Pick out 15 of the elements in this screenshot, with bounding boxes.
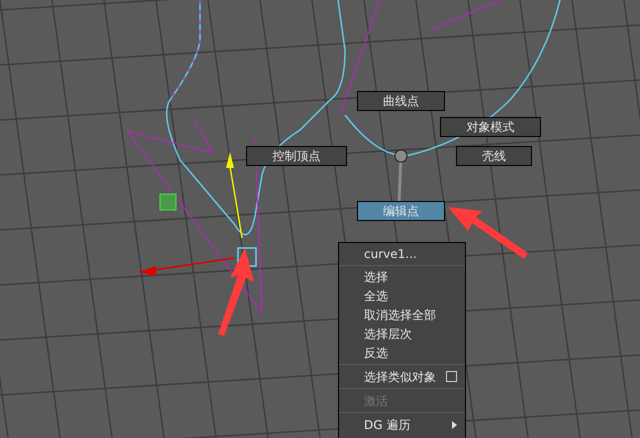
marking-menu-item[interactable]: 曲线点 — [357, 91, 445, 111]
menu-item[interactable]: 选择 — [339, 267, 465, 286]
marking-menu-item[interactable]: 壳线 — [456, 146, 532, 166]
option-box-icon[interactable] — [446, 371, 457, 382]
submenu-arrow-icon — [452, 420, 457, 428]
menu-item[interactable]: 全选 — [339, 286, 465, 305]
menu-item[interactable]: DG 遍历 — [339, 415, 465, 434]
marking-menu-item[interactable]: 控制顶点 — [246, 146, 347, 166]
menu-item[interactable]: 反选 — [339, 343, 465, 362]
menu-item[interactable]: 取消选择全部 — [339, 305, 465, 324]
menu-item[interactable]: 选择类似对象 — [339, 367, 465, 386]
menu-item[interactable]: 选择层次 — [339, 324, 465, 343]
menu-title: curve1... — [363, 246, 418, 263]
marking-menu-item[interactable]: 对象模式 — [440, 117, 541, 137]
marking-menu-center-drawing — [394, 149, 408, 203]
